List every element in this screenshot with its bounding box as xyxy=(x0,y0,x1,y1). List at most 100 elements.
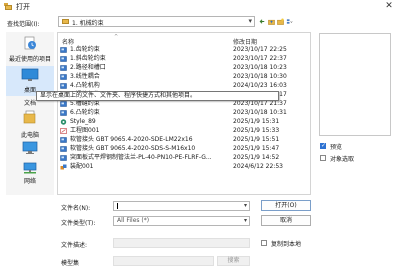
model-set-label: 模型集 xyxy=(61,260,80,267)
place-recent-items[interactable]: 最近使用的项目 xyxy=(6,34,54,64)
file-name: 4.凸轮机构 xyxy=(70,82,100,89)
model-set-field xyxy=(113,256,214,266)
part-file-icon xyxy=(60,146,67,152)
file-row[interactable]: 突面板式平焊钢制管法兰-PL-40-PN10-PE-FLRF-G... 2025/… xyxy=(58,154,310,162)
drawing-file-icon xyxy=(60,128,67,134)
file-row[interactable]: 2.路径和槽口 2023/10/18 10:23 xyxy=(58,64,310,72)
file-date: 2025/1/9 15:51 xyxy=(233,136,280,143)
part-file-icon xyxy=(60,137,67,143)
file-row[interactable]: Style_89 2025/1/9 15:31 xyxy=(58,118,310,126)
app-folder-icon xyxy=(4,2,13,11)
title-bar: 打开 ✕ xyxy=(0,0,400,13)
place-label: 网络 xyxy=(23,178,36,185)
back-arrow-icon[interactable] xyxy=(259,17,266,26)
file-row[interactable]: 工程图001 2025/1/9 15:33 xyxy=(58,127,310,135)
file-name: 装配001 xyxy=(70,163,94,170)
file-name: 3.线性耦合 xyxy=(70,73,100,80)
filetype-select[interactable]: All Files (*) ▾ xyxy=(113,216,250,226)
network-icon xyxy=(23,162,37,174)
file-row[interactable]: 6.凸轮约束 2023/10/18 10:31 xyxy=(58,109,310,117)
chevron-down-icon: ▾ xyxy=(243,202,247,209)
object-select-label: 对象选取 xyxy=(330,156,355,163)
file-date: 2024/6/12 22:53 xyxy=(233,163,283,170)
part-file-icon xyxy=(60,110,67,116)
filename-input[interactable]: ▾ xyxy=(113,201,250,211)
description-field xyxy=(113,238,250,248)
desktop-icon xyxy=(21,68,39,81)
search-button: 搜索 xyxy=(217,256,250,266)
preview-pane xyxy=(319,33,391,136)
file-row[interactable]: 软管接头 GBT 9065.4-2020-SDE-LM22x16 2025/1/9… xyxy=(58,136,310,144)
part-file-icon xyxy=(60,74,67,80)
file-name: 1.斜齿轮约束 xyxy=(70,55,106,62)
file-date: 2025/1/9 15:47 xyxy=(233,145,280,152)
file-row[interactable]: 3.线性耦合 2023/10/18 10:30 xyxy=(58,73,310,81)
lookin-label: 查找范围(I): xyxy=(7,21,40,28)
up-folder-icon[interactable] xyxy=(268,17,275,26)
close-button[interactable]: ✕ xyxy=(383,1,395,12)
cancel-button[interactable]: 取消 xyxy=(261,215,311,226)
file-name: 5.槽缝约束 xyxy=(70,100,100,107)
file-date: 2023/10/18 10:30 xyxy=(233,73,287,80)
this-pc-icon xyxy=(22,141,38,154)
file-name: 2.路径和槽口 xyxy=(70,64,106,71)
lookin-value: 1. 机械约束 xyxy=(72,20,104,27)
text-cursor xyxy=(117,203,118,209)
file-name: 突面板式平焊钢制管法兰-PL-40-PN10-PE-FLRF-G... xyxy=(70,154,212,161)
file-row[interactable]: 软管接头 GBT 9065.4-2020-SDS-S-M16x10 2025/1/… xyxy=(58,145,310,153)
column-header-name[interactable]: 名称 xyxy=(62,37,74,46)
filename-label: 文件名(N): xyxy=(61,205,91,212)
file-row[interactable]: 5.槽缝约束 2023/10/17 21:37 xyxy=(58,100,310,108)
object-select-checkbox[interactable] xyxy=(320,155,326,161)
file-date: 2023/10/17 21:37 xyxy=(233,100,287,107)
place-documents[interactable]: 文档 xyxy=(6,98,54,128)
file-name: 软管接头 GBT 9065.4-2020-SDE-LM22x16 xyxy=(70,136,193,143)
filetype-label: 文件类型(T): xyxy=(61,220,96,227)
tooltip: 显示在桌面上的文件、文件夹、程序快捷方式和其他项目。 xyxy=(36,91,279,101)
file-date: 2025/1/9 15:33 xyxy=(233,127,280,134)
file-date: 2023/10/18 10:31 xyxy=(233,109,287,116)
column-header-date[interactable]: 修改日期 xyxy=(233,37,257,46)
file-date: 2025/1/9 14:52 xyxy=(233,154,280,161)
file-date: 2025/1/9 15:31 xyxy=(233,118,280,125)
place-label: 最近使用的项目 xyxy=(8,56,51,63)
file-date: 2023/10/18 10:23 xyxy=(233,64,287,71)
file-name: 工程图001 xyxy=(70,127,100,134)
file-name: Style_89 xyxy=(70,118,96,125)
file-date: 2023/10/17 22:25 xyxy=(233,46,287,53)
lookin-dropdown[interactable]: 1. 机械约束 ▾ xyxy=(58,16,255,27)
file-row[interactable]: 1.齿轮约束 2023/10/17 22:25 xyxy=(58,46,310,54)
new-folder-icon[interactable] xyxy=(277,17,284,26)
part-file-icon xyxy=(60,155,67,161)
place-label: 此电脑 xyxy=(20,132,39,139)
file-row[interactable]: 4.凸轮机构 2024/10/23 16:03 xyxy=(58,82,310,90)
recent-items-icon xyxy=(24,36,36,50)
assembly-file-icon xyxy=(60,164,67,170)
file-name: 1.齿轮约束 xyxy=(70,46,100,53)
part-file-icon xyxy=(60,65,67,71)
filetype-value: All Files (*) xyxy=(117,217,150,224)
open-button[interactable]: 打开(O) xyxy=(261,200,311,211)
part-file-icon xyxy=(60,47,67,53)
copy-local-checkbox[interactable] xyxy=(261,240,267,246)
chevron-down-icon: ▾ xyxy=(248,17,252,25)
file-list[interactable]: 名称 ^ 修改日期 1.齿轮约束 2023/10/17 22:25 1.斜齿轮约束 2… xyxy=(57,32,311,195)
file-date: 2024/10/23 16:03 xyxy=(233,82,287,89)
preview-label: 预览 xyxy=(330,144,343,151)
file-row[interactable]: 装配001 2024/6/12 22:53 xyxy=(58,163,310,171)
file-row[interactable]: 1.斜齿轮约束 2023/10/17 22:37 xyxy=(58,55,310,63)
style-file-icon xyxy=(60,119,67,125)
chevron-down-icon: ▾ xyxy=(243,217,247,224)
place-this-pc[interactable]: 此电脑 xyxy=(6,130,54,160)
file-name: 6.凸轮约束 xyxy=(70,109,100,116)
place-network[interactable]: 网络 xyxy=(6,162,54,192)
file-name: 软管接头 GBT 9065.4-2020-SDS-S-M16x10 xyxy=(70,145,196,152)
file-date: 2023/10/17 22:37 xyxy=(233,55,287,62)
part-file-icon xyxy=(60,101,67,107)
description-label: 文件描述: xyxy=(61,242,88,249)
view-menu-icon[interactable] xyxy=(286,17,293,26)
sort-arrow-icon: ^ xyxy=(114,34,119,40)
window-title: 打开 xyxy=(16,3,30,11)
preview-checkbox[interactable] xyxy=(320,142,326,149)
part-file-icon xyxy=(60,56,67,62)
